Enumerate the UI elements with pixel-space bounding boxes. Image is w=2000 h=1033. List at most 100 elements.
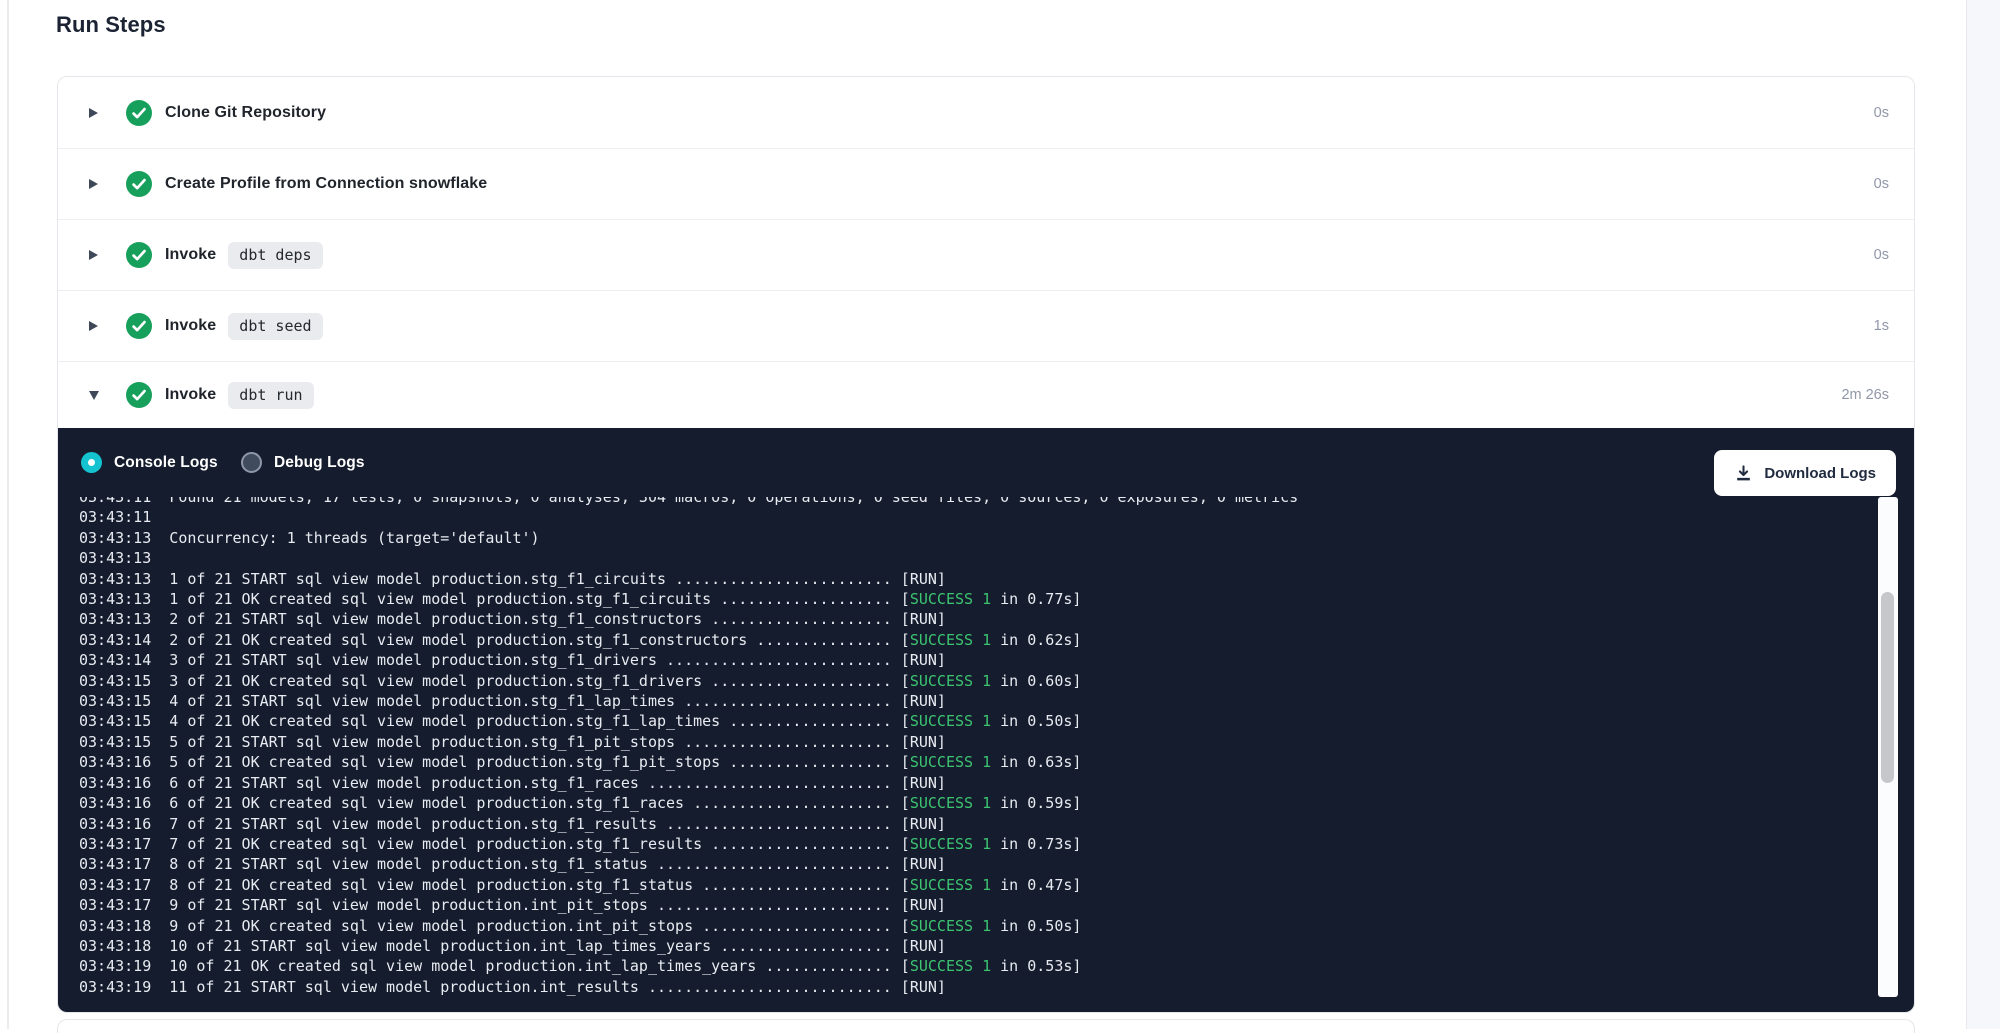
- log-message: Concurrency: 1 threads (target='default'…: [151, 529, 539, 547]
- log-status-detail: in 0.73s]: [991, 835, 1081, 853]
- step-command-chip: dbt seed: [228, 313, 322, 340]
- log-timestamp: 03:43:16: [79, 774, 151, 792]
- log-line: 03:43:19 11 of 21 START sql view model p…: [79, 977, 1869, 997]
- log-message: 1 of 21 START sql view model production.…: [151, 570, 946, 588]
- step-status-icon: [101, 313, 152, 339]
- next-section-card: [57, 1019, 1915, 1033]
- log-success-status: SUCCESS 1: [910, 794, 991, 812]
- log-line: 03:43:11 Found 21 models, 17 tests, 0 sn…: [79, 497, 1869, 507]
- step-duration: 0s: [1874, 105, 1889, 121]
- step-list: Clone Git Repository0sCreate Profile fro…: [58, 77, 1914, 428]
- step-row[interactable]: Invoke dbt run 2m 26s: [58, 361, 1914, 428]
- step-command-chip: dbt run: [228, 382, 313, 409]
- step-command-chip: dbt deps: [228, 242, 322, 269]
- check-circle-icon: [126, 100, 152, 126]
- log-timestamp: 03:43:15: [79, 733, 151, 751]
- step-row[interactable]: Create Profile from Connection snowflake…: [58, 148, 1914, 219]
- download-logs-button[interactable]: Download Logs: [1714, 450, 1896, 496]
- page-title: Run Steps: [56, 12, 166, 38]
- log-timestamp: 03:43:11: [79, 508, 151, 526]
- log-message: 5 of 21 OK created sql view model produc…: [151, 753, 910, 771]
- step-label: Invoke: [165, 386, 216, 404]
- log-message: 4 of 21 OK created sql view model produc…: [151, 712, 910, 730]
- log-line: 03:43:13 Concurrency: 1 threads (target=…: [79, 528, 1869, 548]
- log-message: 3 of 21 OK created sql view model produc…: [151, 672, 910, 690]
- log-line: 03:43:17 8 of 21 START sql view model pr…: [79, 854, 1869, 874]
- check-circle-icon: [126, 313, 152, 339]
- log-line: 03:43:15 5 of 21 START sql view model pr…: [79, 732, 1869, 752]
- log-line: 03:43:15 4 of 21 START sql view model pr…: [79, 691, 1869, 711]
- log-timestamp: 03:43:17: [79, 876, 151, 894]
- log-timestamp: 03:43:17: [79, 855, 151, 873]
- chevron-right-icon[interactable]: [89, 250, 101, 260]
- log-message: 2 of 21 OK created sql view model produc…: [151, 631, 910, 649]
- log-status-detail: in 0.63s]: [991, 753, 1081, 771]
- log-message: 9 of 21 START sql view model production.…: [151, 896, 946, 914]
- log-line: 03:43:18 9 of 21 OK created sql view mod…: [79, 916, 1869, 936]
- log-line: 03:43:14 3 of 21 START sql view model pr…: [79, 650, 1869, 670]
- step-label: Clone Git Repository: [165, 104, 326, 122]
- step-row[interactable]: Clone Git Repository 0s: [58, 77, 1914, 148]
- log-message: Found 21 models, 17 tests, 0 snapshots, …: [151, 497, 1298, 506]
- chevron-down-icon[interactable]: [89, 391, 101, 400]
- console-panel: Console Logs Debug Logs Download Logs 03…: [58, 428, 1914, 1013]
- step-duration: 1s: [1874, 318, 1889, 334]
- log-timestamp: 03:43:14: [79, 651, 151, 669]
- log-message: 4 of 21 START sql view model production.…: [151, 692, 946, 710]
- step-row[interactable]: Invoke dbt deps 0s: [58, 219, 1914, 290]
- console-logs-radio[interactable]: Console Logs: [81, 428, 218, 497]
- console-log-output[interactable]: 03:43:11 Found 21 models, 17 tests, 0 sn…: [79, 497, 1869, 997]
- log-message: 8 of 21 START sql view model production.…: [151, 855, 946, 873]
- log-success-status: SUCCESS 1: [910, 835, 991, 853]
- log-success-status: SUCCESS 1: [910, 753, 991, 771]
- log-timestamp: 03:43:17: [79, 896, 151, 914]
- step-status-icon: [101, 171, 152, 197]
- step-label: Invoke: [165, 246, 216, 264]
- log-timestamp: 03:43:13: [79, 529, 151, 547]
- chevron-right-icon[interactable]: [89, 108, 101, 118]
- log-timestamp: 03:43:13: [79, 610, 151, 628]
- step-status-icon: [101, 242, 152, 268]
- log-status-detail: in 0.59s]: [991, 794, 1081, 812]
- log-timestamp: 03:43:11: [79, 497, 151, 506]
- debug-logs-label: Debug Logs: [274, 454, 365, 472]
- step-duration: 0s: [1874, 247, 1889, 263]
- log-timestamp: 03:43:13: [79, 549, 151, 567]
- download-logs-label: Download Logs: [1764, 465, 1876, 482]
- radio-selected-icon[interactable]: [81, 452, 102, 473]
- log-status-detail: in 0.77s]: [991, 590, 1081, 608]
- page-scroll-gutter[interactable]: [1966, 0, 2000, 1029]
- console-scrollbar-thumb[interactable]: [1881, 592, 1894, 783]
- log-message: 10 of 21 START sql view model production…: [151, 937, 946, 955]
- log-timestamp: 03:43:13: [79, 570, 151, 588]
- log-line: 03:43:13 1 of 21 START sql view model pr…: [79, 569, 1869, 589]
- log-line: 03:43:13 2 of 21 START sql view model pr…: [79, 609, 1869, 629]
- log-message: 8 of 21 OK created sql view model produc…: [151, 876, 910, 894]
- log-line: 03:43:16 5 of 21 OK created sql view mod…: [79, 752, 1869, 772]
- log-line: 03:43:16 6 of 21 OK created sql view mod…: [79, 793, 1869, 813]
- left-divider: [7, 0, 9, 1029]
- log-success-status: SUCCESS 1: [910, 957, 991, 975]
- step-duration: 0s: [1874, 176, 1889, 192]
- radio-unselected-icon[interactable]: [241, 452, 262, 473]
- chevron-right-icon[interactable]: [89, 179, 101, 189]
- log-success-status: SUCCESS 1: [910, 712, 991, 730]
- log-line: 03:43:18 10 of 21 START sql view model p…: [79, 936, 1869, 956]
- log-timestamp: 03:43:16: [79, 753, 151, 771]
- log-status-detail: in 0.50s]: [991, 917, 1081, 935]
- log-message: 1 of 21 OK created sql view model produc…: [151, 590, 910, 608]
- run-steps-card: Clone Git Repository0sCreate Profile fro…: [57, 76, 1915, 1013]
- log-timestamp: 03:43:14: [79, 631, 151, 649]
- debug-logs-radio[interactable]: Debug Logs: [241, 428, 365, 497]
- log-success-status: SUCCESS 1: [910, 631, 991, 649]
- log-timestamp: 03:43:15: [79, 692, 151, 710]
- step-row[interactable]: Invokedbt seed1s: [58, 290, 1914, 361]
- step-duration: 2m 26s: [1841, 387, 1889, 403]
- step-label: Create Profile from Connection snowflake: [165, 175, 487, 193]
- log-success-status: SUCCESS 1: [910, 590, 991, 608]
- console-scrollbar-track[interactable]: [1878, 497, 1898, 997]
- log-timestamp: 03:43:18: [79, 917, 151, 935]
- log-timestamp: 03:43:15: [79, 672, 151, 690]
- log-line: 03:43:16 7 of 21 START sql view model pr…: [79, 814, 1869, 834]
- chevron-right-icon[interactable]: [89, 321, 101, 331]
